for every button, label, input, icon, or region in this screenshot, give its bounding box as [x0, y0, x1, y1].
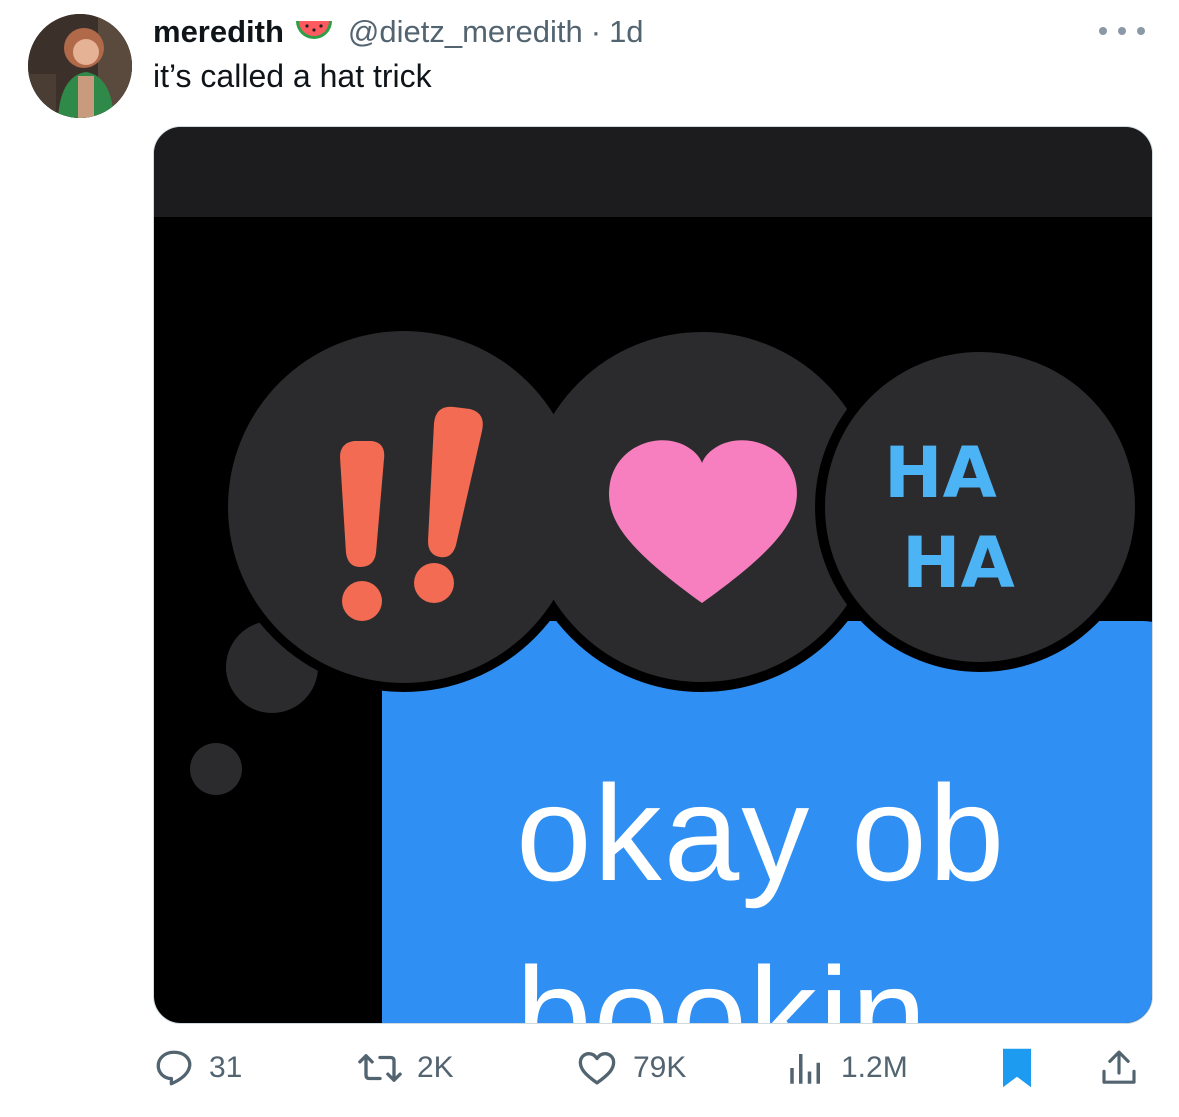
haha-text-line2: HA — [902, 522, 1015, 604]
tweet-image[interactable]: HA HA okay ob bookin — [153, 126, 1153, 1024]
views-count: 1.2M — [841, 1051, 908, 1084]
more-dot — [1099, 27, 1107, 35]
user-handle[interactable]: @dietz_meredith — [348, 14, 583, 50]
share-icon — [1102, 1050, 1136, 1084]
thought-dot-small — [190, 743, 242, 795]
views-icon — [790, 1054, 820, 1084]
tweet-actions: 31 2K 79K 1.2M — [153, 1038, 1143, 1098]
tweet-header: meredith @dietz_meredith · 1d — [153, 12, 644, 52]
watermelon-icon — [294, 17, 334, 47]
bubble-text-line2: bookin — [516, 939, 929, 1024]
reply-icon — [156, 1050, 192, 1086]
avatar[interactable] — [28, 14, 132, 118]
reply-count: 31 — [209, 1051, 243, 1084]
bookmark-filled-icon — [1003, 1048, 1031, 1088]
like-count: 79K — [633, 1051, 687, 1084]
more-options-icon[interactable] — [1099, 18, 1145, 44]
exclamation-reaction-top — [228, 331, 580, 683]
more-dot — [1137, 27, 1145, 35]
bubble-text-line1: okay ob — [516, 757, 1007, 909]
heart-outline-icon — [578, 1051, 616, 1085]
bookmark-button[interactable] — [999, 1038, 1035, 1098]
separator-dot: · — [590, 14, 602, 49]
repost-button[interactable]: 2K — [357, 1038, 454, 1098]
views-button[interactable]: 1.2M — [785, 1038, 908, 1098]
display-name[interactable]: meredith — [153, 14, 284, 50]
haha-text-line1: HA — [884, 432, 997, 514]
timestamp[interactable]: 1d — [609, 14, 643, 50]
share-button[interactable] — [1099, 1038, 1139, 1098]
like-button[interactable]: 79K — [575, 1038, 686, 1098]
avatar-image — [28, 14, 132, 118]
repost-count: 2K — [417, 1051, 454, 1084]
reply-button[interactable]: 31 — [153, 1038, 242, 1098]
repost-icon — [358, 1054, 402, 1082]
tweet-text: it’s called a hat trick — [153, 58, 432, 94]
more-dot — [1118, 27, 1126, 35]
